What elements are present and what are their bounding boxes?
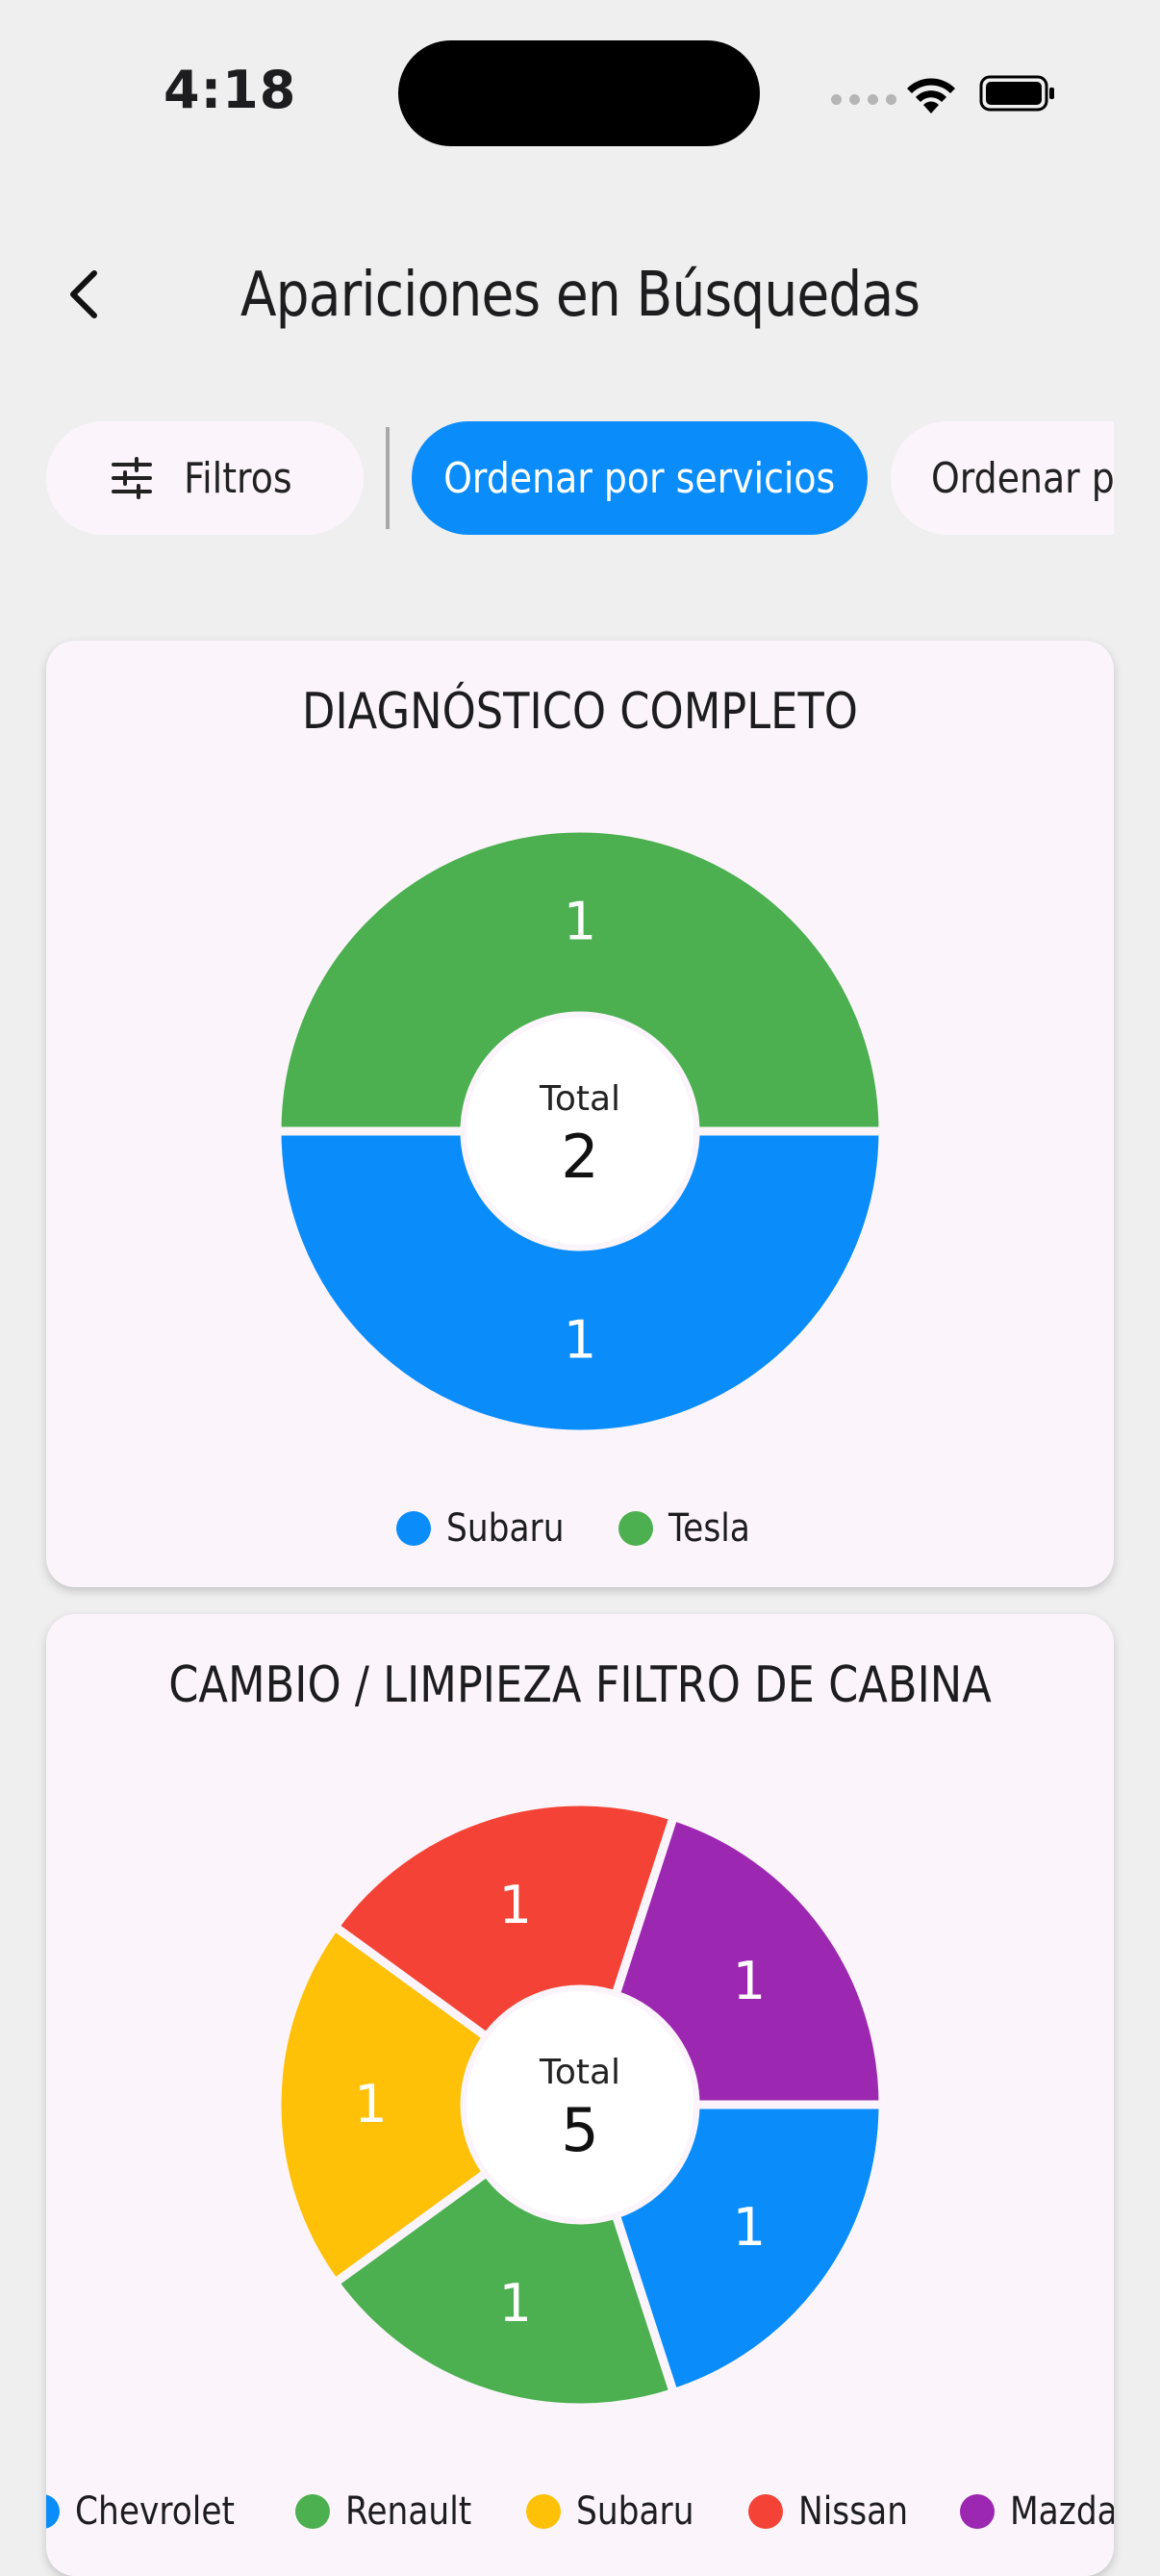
total-value: 2 [561, 1122, 598, 1192]
legend-color-dot [46, 2494, 60, 2529]
legend-item-nissan: Nissan [747, 2489, 926, 2534]
legend-item-mazda: Mazda [960, 2489, 1114, 2534]
chart-legend: Subaru Tesla [46, 1506, 1114, 1551]
status-bar: 4:18 [0, 0, 1160, 192]
slice-value-label: 1 [564, 892, 596, 952]
legend-color-dot [618, 1511, 653, 1546]
legend-color-dot [294, 2494, 330, 2529]
legend-color-dot [396, 1511, 432, 1546]
legend-color-dot [960, 2494, 996, 2529]
sort-by-other-chip[interactable]: Ordenar po [891, 421, 1114, 535]
total-label: Total [539, 2053, 620, 2092]
slice-value-label: 1 [733, 1951, 766, 2011]
sort-by-services-chip[interactable]: Ordenar por servicios [412, 421, 868, 535]
status-time: 4:18 [164, 60, 297, 120]
chart-card-diagnostico: DIAGNÓSTICO COMPLETO 1 1 Total 2 Subaru Tesl… [46, 641, 1114, 1587]
chips-divider [386, 427, 390, 529]
legend-label: Chevrolet [74, 2489, 235, 2534]
filters-button[interactable]: Filtros [46, 421, 364, 535]
legend-item-chevrolet: Chevrolet [46, 2489, 261, 2534]
chart-legend: Chevrolet Renault Subaru Nissan Mazda [46, 2489, 1114, 2534]
total-label: Total [539, 1079, 620, 1119]
filters-label: Filtros [183, 453, 292, 503]
cellular-signal-icon [831, 94, 896, 105]
legend-color-dot [526, 2494, 562, 2529]
slice-value-label: 1 [354, 2074, 387, 2134]
donut-chart: 1 1 Total2 [272, 823, 888, 1439]
legend-item-subaru: Subaru [526, 2489, 713, 2534]
sliders-icon [111, 457, 152, 499]
legend-label: Nissan [797, 2489, 908, 2534]
legend-label: Subaru [446, 1506, 565, 1551]
legend-label: Subaru [576, 2489, 694, 2534]
filter-chips-bar: Filtros Ordenar por servicios Ordenar po [46, 421, 1114, 537]
legend-label: Mazda [1010, 2489, 1114, 2534]
slice-value-label: 1 [564, 1310, 596, 1371]
slice-value-label: 1 [499, 1875, 532, 1935]
total-value: 5 [561, 2095, 598, 2165]
page-title: Apariciones en Búsquedas [240, 260, 920, 331]
battery-icon [979, 75, 1054, 112]
legend-label: Tesla [668, 1506, 750, 1551]
donut-chart: 1 1 1 1 1 Total5 [272, 1797, 888, 2412]
legend-item-renault: Renault [294, 2489, 492, 2534]
legend-item-subaru: Subaru [396, 1506, 583, 1551]
sort-by-other-label: Ordenar po [931, 453, 1114, 503]
legend-label: Renault [344, 2489, 471, 2534]
legend-item-tesla: Tesla [618, 1506, 764, 1551]
slice-value-label: 1 [733, 2197, 766, 2258]
dynamic-island [398, 40, 760, 146]
sort-by-services-label: Ordenar por servicios [443, 453, 836, 503]
wifi-icon [907, 78, 955, 114]
app-header: Apariciones en Búsquedas [0, 240, 1160, 356]
slice-value-label: 1 [499, 2273, 532, 2334]
chart-card-filtro-cabina: CAMBIO / LIMPIEZA FILTRO DE CABINA 11111… [46, 1614, 1114, 2576]
legend-color-dot [747, 2494, 783, 2529]
